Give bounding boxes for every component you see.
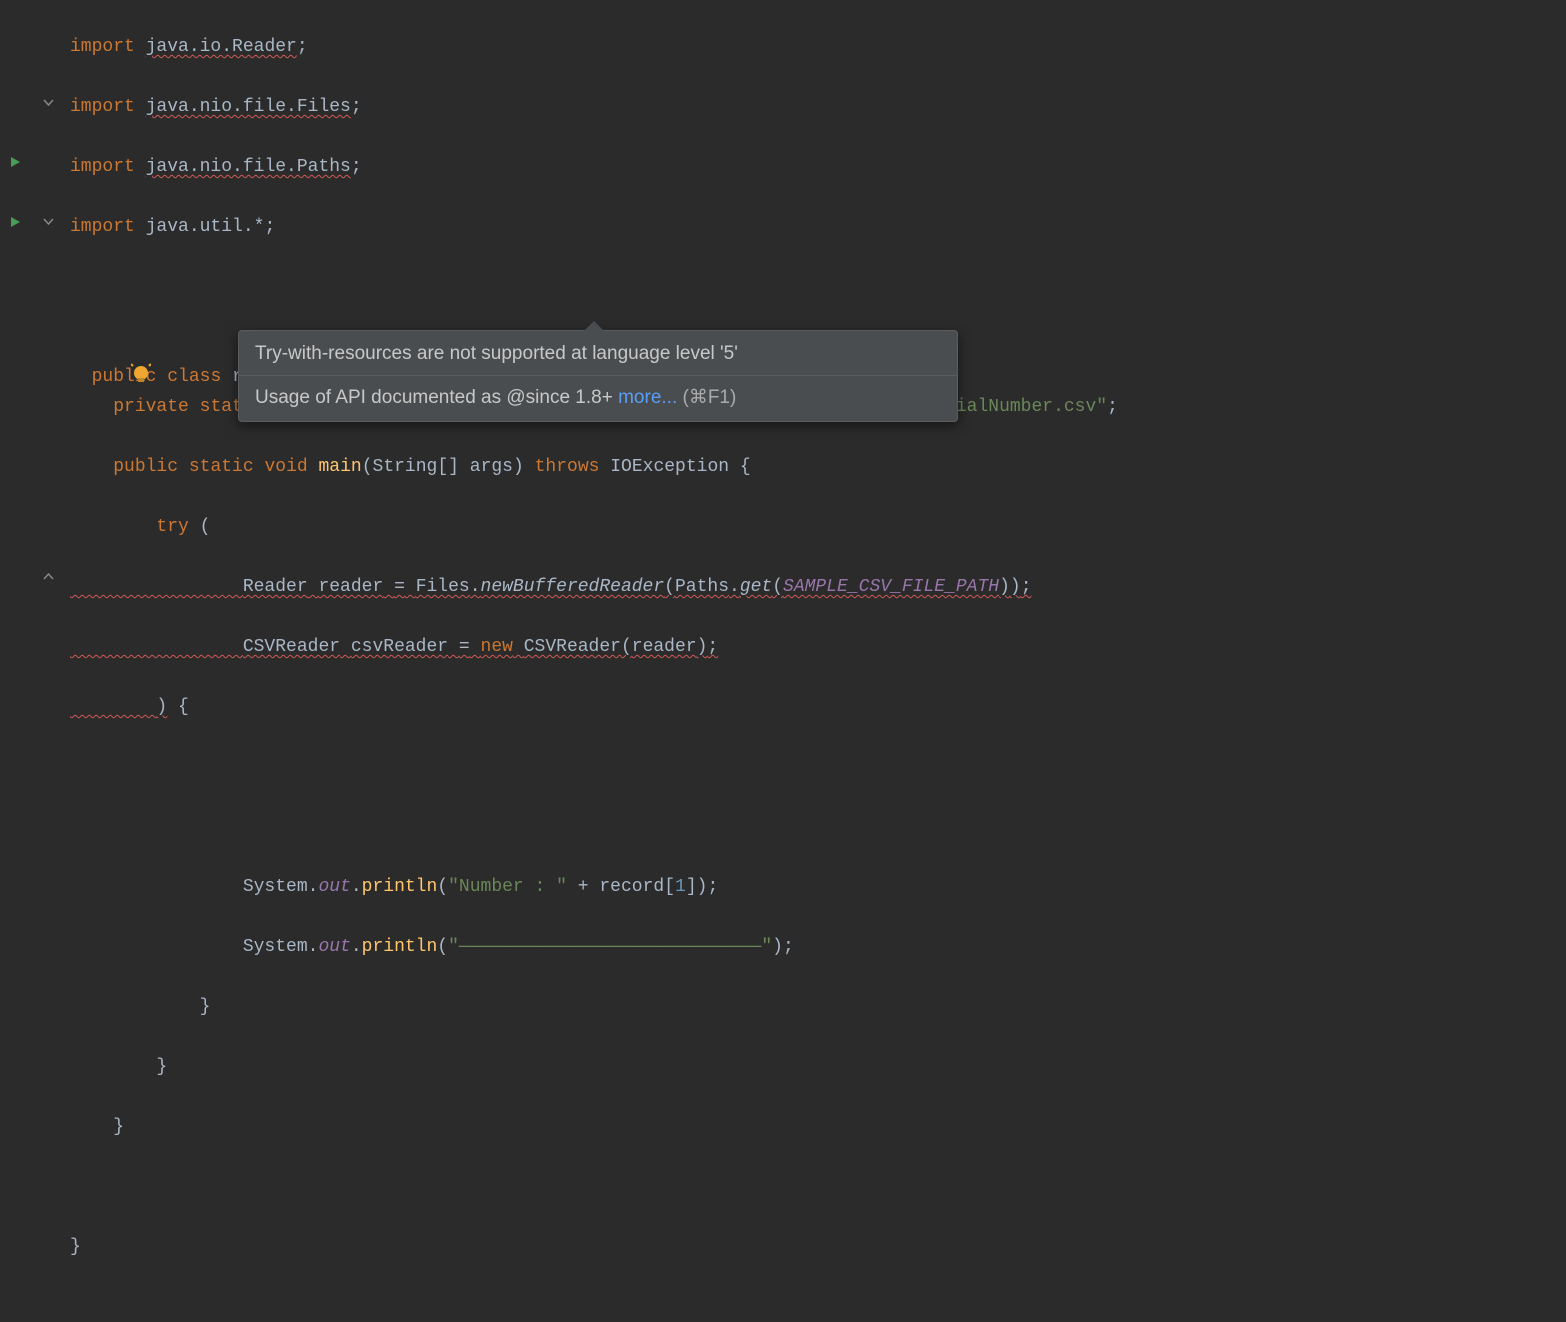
code-line: import java.util.*;	[70, 212, 1556, 242]
code-line: ) {	[70, 692, 1556, 722]
code-line: import java.nio.file.Files;	[70, 92, 1556, 122]
code-line: System.out.println("————————————————————…	[70, 932, 1556, 962]
fold-marker-icon[interactable]	[42, 96, 55, 109]
code-line: public static void main(String[] args) t…	[70, 452, 1556, 482]
error-tooltip: Try-with-resources are not supported at …	[238, 330, 958, 422]
code-line: }	[70, 992, 1556, 1022]
code-line: try (	[70, 512, 1556, 542]
code-line: }	[70, 1112, 1556, 1142]
fold-marker-icon[interactable]	[42, 570, 55, 583]
fold-marker-icon[interactable]	[42, 215, 55, 228]
run-class-icon[interactable]	[8, 155, 24, 171]
run-method-icon[interactable]	[8, 215, 24, 231]
code-line	[70, 812, 1556, 842]
code-line: import java.nio.file.Paths;	[70, 152, 1556, 182]
tooltip-info-text: Usage of API documented as @since 1.8+ m…	[239, 376, 957, 421]
code-line: import java.io.Reader;	[70, 32, 1556, 62]
code-line	[70, 1172, 1556, 1202]
code-line: CSVReader csvReader = new CSVReader(read…	[70, 632, 1556, 662]
code-line: Reader reader = Files.newBufferedReader(…	[70, 572, 1556, 602]
code-line: System.out.println("Number : " + record[…	[70, 872, 1556, 902]
intention-bulb-icon[interactable]	[88, 333, 106, 351]
tooltip-more-link[interactable]: more...	[618, 387, 677, 408]
tooltip-error-text: Try-with-resources are not supported at …	[239, 331, 957, 376]
code-line: }	[70, 1052, 1556, 1082]
editor-gutter	[0, 0, 60, 796]
code-line	[70, 272, 1556, 302]
tooltip-shortcut: (⌘F1)	[677, 387, 736, 408]
code-line: }	[70, 1232, 1556, 1262]
code-line	[70, 752, 1556, 782]
